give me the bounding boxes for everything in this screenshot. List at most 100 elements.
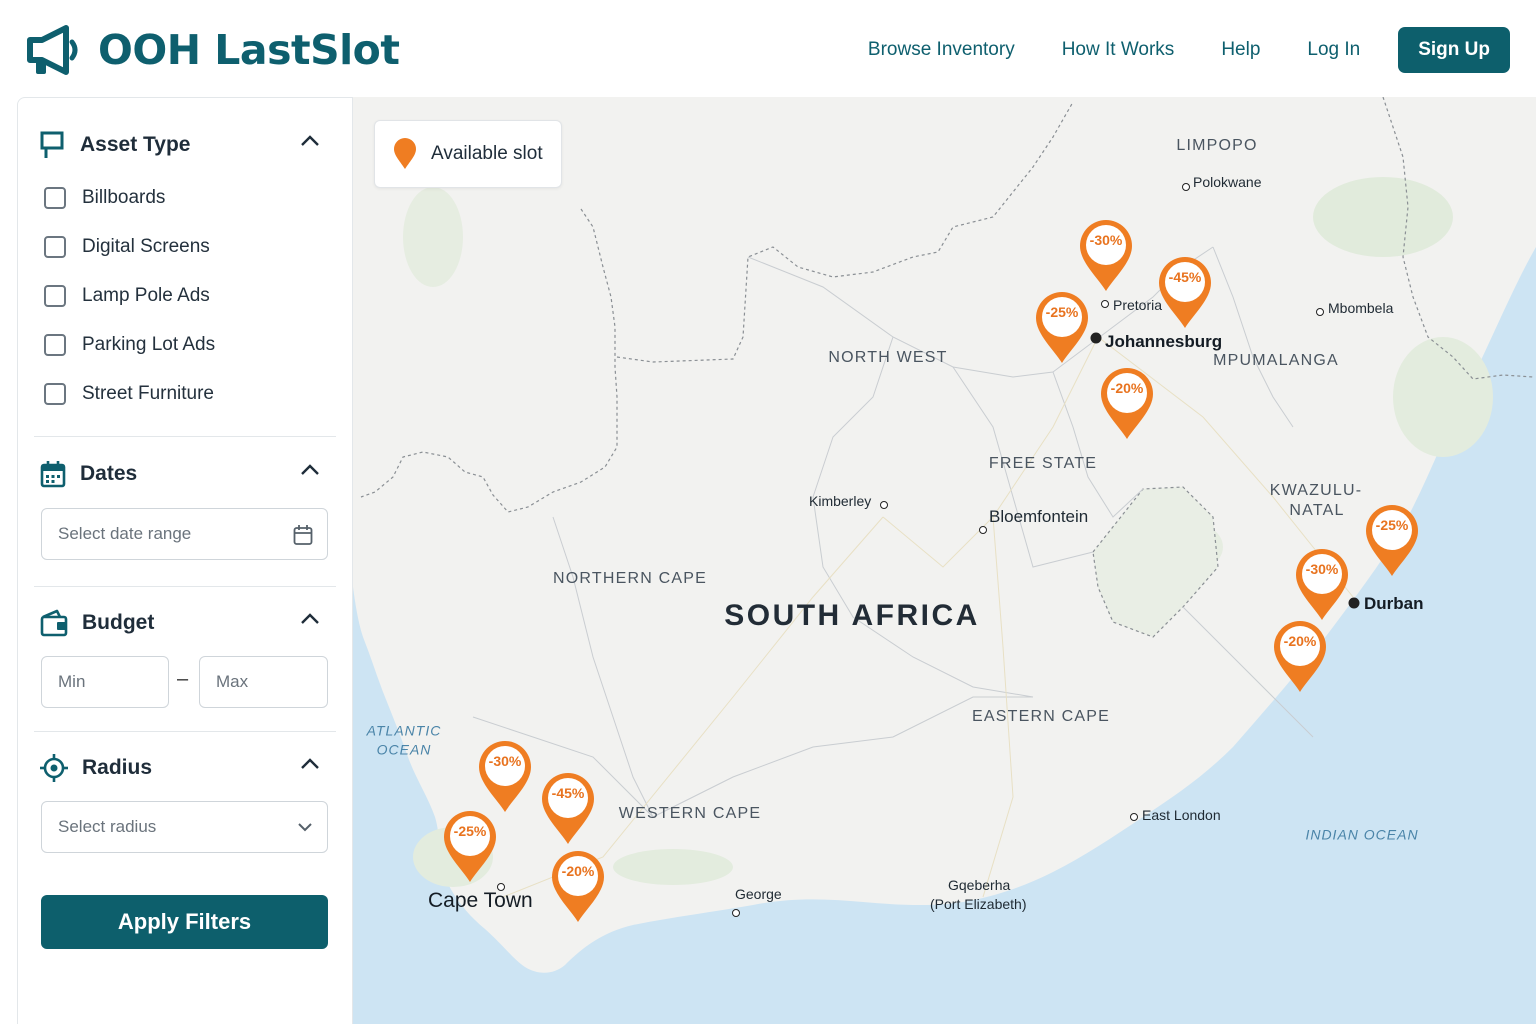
megaphone-icon bbox=[27, 25, 78, 75]
logo[interactable]: OOH LastSlot bbox=[26, 24, 400, 76]
chevron-up-icon[interactable] bbox=[300, 463, 320, 477]
country-label: SOUTH AFRICA bbox=[724, 599, 980, 632]
pin-discount: -30% bbox=[1305, 561, 1339, 577]
discount-pin[interactable]: -30% bbox=[477, 739, 533, 813]
discount-pin[interactable]: -45% bbox=[540, 771, 596, 845]
region-label: FREE STATE bbox=[988, 455, 1098, 472]
nav-how-it-works[interactable]: How It Works bbox=[1062, 39, 1175, 61]
pin-discount: -45% bbox=[551, 785, 585, 801]
city-label: Bloemfontein bbox=[989, 507, 1089, 526]
budget-min-placeholder: Min bbox=[58, 672, 86, 691]
radius-select[interactable]: Select radius bbox=[41, 801, 328, 853]
discount-pin[interactable]: -20% bbox=[1099, 366, 1155, 440]
asset-type-title: Asset Type bbox=[80, 133, 191, 156]
signboard-icon bbox=[40, 131, 64, 158]
chevron-up-icon[interactable] bbox=[300, 612, 320, 626]
discount-pin[interactable]: -45% bbox=[1157, 255, 1213, 329]
map-view[interactable]: Available slot LIMPOPO NORTH WEST MPUMAL… bbox=[353, 97, 1536, 1024]
radius-placeholder: Select radius bbox=[58, 817, 157, 836]
ocean-label: INDIAN OCEAN bbox=[1305, 826, 1419, 843]
chevron-up-icon[interactable] bbox=[300, 757, 320, 771]
legend-label: Available slot bbox=[431, 143, 543, 164]
city-label: East London bbox=[1142, 807, 1221, 823]
map-pin-icon bbox=[552, 851, 604, 922]
map-pin-icon bbox=[444, 811, 496, 882]
apply-filters-button[interactable]: Apply Filters bbox=[41, 895, 328, 949]
date-range-input[interactable]: Select date range bbox=[41, 508, 328, 560]
discount-pin[interactable]: -25% bbox=[442, 809, 498, 883]
chevron-up-icon[interactable] bbox=[300, 134, 320, 148]
region-label: KWAZULU- bbox=[1269, 482, 1363, 499]
chevron-down-icon[interactable] bbox=[297, 822, 313, 832]
city-label: Durban bbox=[1364, 594, 1424, 613]
map-pin-icon bbox=[394, 138, 416, 169]
asset-option-parking-lot-ads[interactable]: Parking Lot Ads bbox=[44, 334, 215, 356]
discount-pin[interactable]: -20% bbox=[1272, 619, 1328, 693]
city-label: Kimberley bbox=[809, 493, 872, 509]
city-marker bbox=[1090, 332, 1102, 344]
discount-pin[interactable]: -20% bbox=[550, 849, 606, 923]
pin-discount: -30% bbox=[1089, 232, 1123, 248]
radius-header[interactable]: Radius bbox=[40, 754, 320, 782]
map-pin-icon bbox=[1101, 368, 1153, 439]
divider bbox=[34, 586, 336, 587]
region-label: LIMPOPO bbox=[1176, 137, 1258, 154]
divider bbox=[34, 731, 336, 732]
pin-discount: -20% bbox=[1283, 633, 1317, 649]
budget-max-input[interactable]: Max bbox=[199, 656, 328, 708]
logo-text: OOH LastSlot bbox=[98, 26, 400, 74]
asset-option-digital-screens[interactable]: Digital Screens bbox=[44, 236, 210, 258]
discount-pin[interactable]: -30% bbox=[1078, 218, 1134, 292]
city-label: George bbox=[735, 886, 782, 902]
nav-log-in[interactable]: Log In bbox=[1307, 39, 1360, 61]
calendar-icon bbox=[40, 461, 66, 488]
top-header: OOH LastSlot Browse Inventory How It Wor… bbox=[0, 0, 1536, 98]
checkbox[interactable] bbox=[44, 334, 66, 356]
city-label: Polokwane bbox=[1193, 174, 1262, 190]
map-legend: Available slot bbox=[374, 120, 562, 188]
dates-header[interactable]: Dates bbox=[40, 460, 320, 488]
map-pin-icon bbox=[479, 741, 531, 812]
city-marker bbox=[1348, 597, 1360, 609]
budget-separator: – bbox=[177, 668, 189, 690]
discount-pin[interactable]: -30% bbox=[1294, 547, 1350, 621]
budget-header[interactable]: Budget bbox=[40, 609, 320, 637]
city-marker bbox=[732, 909, 740, 917]
checkbox[interactable] bbox=[44, 285, 66, 307]
budget-min-input[interactable]: Min bbox=[41, 656, 169, 708]
discount-pin[interactable]: -25% bbox=[1034, 290, 1090, 364]
date-range-placeholder: Select date range bbox=[58, 524, 192, 543]
checkbox[interactable] bbox=[44, 236, 66, 258]
city-marker bbox=[1130, 813, 1138, 821]
pin-discount: -25% bbox=[453, 823, 487, 839]
nav-help[interactable]: Help bbox=[1221, 39, 1260, 61]
city-label: Cape Town bbox=[428, 889, 533, 912]
asset-option-label: Billboards bbox=[82, 187, 166, 208]
pin-discount: -30% bbox=[488, 753, 522, 769]
asset-type-header[interactable]: Asset Type bbox=[40, 131, 320, 159]
sign-up-button[interactable]: Sign Up bbox=[1398, 27, 1510, 73]
budget-title: Budget bbox=[82, 611, 155, 634]
asset-option-label: Street Furniture bbox=[82, 383, 214, 404]
filter-sidebar: Asset Type Billboards Digital Screens La… bbox=[17, 97, 353, 1024]
nav-browse-inventory[interactable]: Browse Inventory bbox=[868, 39, 1015, 61]
city-marker bbox=[1316, 308, 1324, 316]
city-marker bbox=[979, 526, 987, 534]
asset-option-lamp-pole-ads[interactable]: Lamp Pole Ads bbox=[44, 285, 210, 307]
asset-option-label: Lamp Pole Ads bbox=[82, 285, 210, 306]
asset-option-label: Digital Screens bbox=[82, 236, 210, 257]
wallet-icon bbox=[40, 609, 68, 637]
pin-discount: -25% bbox=[1045, 304, 1079, 320]
city-label: Mbombela bbox=[1328, 300, 1394, 316]
checkbox[interactable] bbox=[44, 383, 66, 405]
city-label: Pretoria bbox=[1113, 297, 1163, 313]
map-pin-icon bbox=[1366, 505, 1418, 576]
region-label: NORTHERN CAPE bbox=[553, 570, 707, 587]
map-pin-icon bbox=[1080, 220, 1132, 291]
discount-pin[interactable]: -25% bbox=[1364, 503, 1420, 577]
asset-option-billboards[interactable]: Billboards bbox=[44, 187, 165, 209]
checkbox[interactable] bbox=[44, 187, 66, 209]
calendar-icon[interactable] bbox=[293, 524, 313, 546]
asset-option-street-furniture[interactable]: Street Furniture bbox=[44, 383, 214, 405]
map-pin-icon bbox=[542, 773, 594, 844]
